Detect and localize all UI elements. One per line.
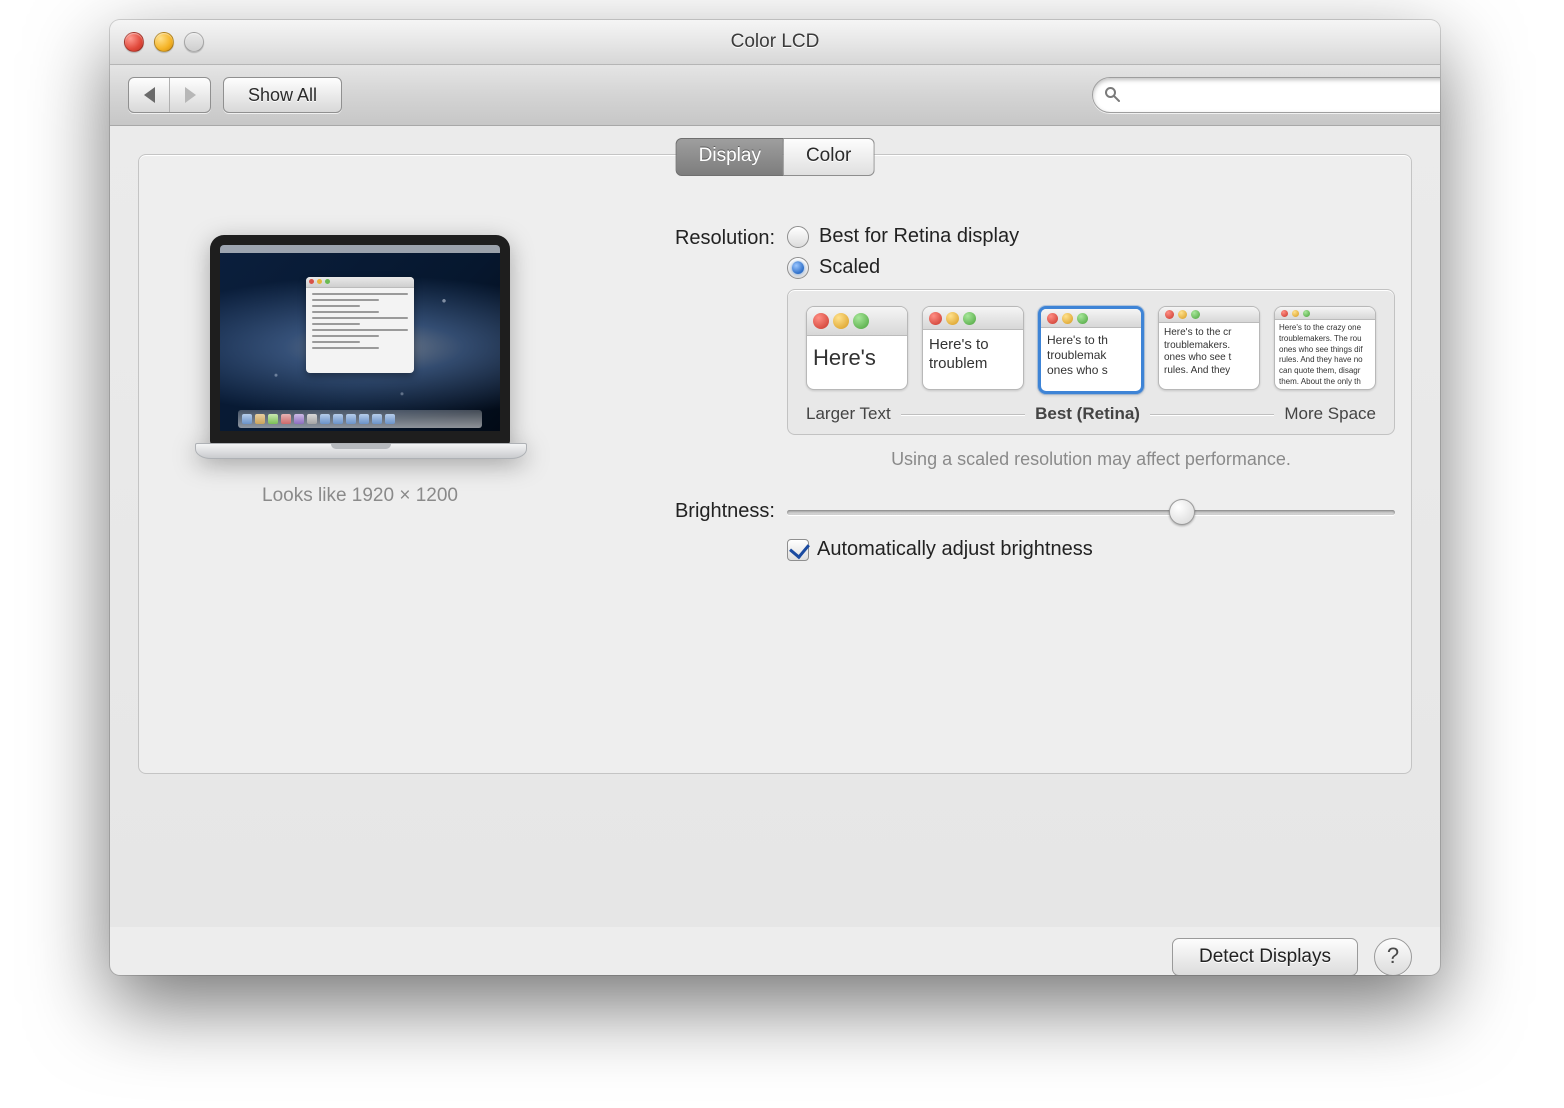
scale-option-text: Here's to the crazy one troublemakers. T… [1275, 320, 1375, 390]
checkbox-indicator-icon [787, 539, 809, 561]
scale-option-4[interactable]: Here's to the cr troublemakers. ones who… [1158, 306, 1260, 390]
scale-option-3[interactable]: Here's to th troublemak ones who s [1038, 306, 1144, 394]
slider-track [787, 510, 1395, 515]
scale-label-right: More Space [1284, 404, 1376, 424]
laptop-preview-image [195, 235, 525, 459]
scale-option-2[interactable]: Here's to troublem [922, 306, 1024, 390]
display-preview: Looks like 1920 × 1200 [175, 215, 545, 569]
preferences-window: Color LCD Show All [110, 20, 1440, 975]
resolution-radio-scaled[interactable]: Scaled [787, 256, 1395, 279]
auto-brightness-checkbox[interactable]: Automatically adjust brightness [787, 538, 1395, 561]
radio-label: Best for Retina display [819, 225, 1019, 248]
brightness-label: Brightness: [605, 498, 787, 523]
scale-labels: Larger Text Best (Retina) More Space [806, 404, 1376, 424]
forward-arrow-icon [185, 87, 196, 103]
close-button[interactable] [124, 32, 144, 52]
titlebar: Color LCD [110, 20, 1440, 65]
scale-option-text: Here's to th troublemak ones who s [1041, 328, 1141, 383]
pane-body: Display Color [110, 126, 1440, 927]
window-controls [124, 32, 204, 52]
tab-display[interactable]: Display [676, 138, 784, 176]
resolution-label: Resolution: [605, 225, 787, 250]
scale-option-text: Here's to the cr troublemakers. ones who… [1159, 323, 1259, 381]
brightness-row: Brightness: Automatically adjust brightn… [605, 498, 1395, 561]
search-input[interactable] [1092, 77, 1440, 113]
scale-option-1[interactable]: Here's [806, 306, 908, 390]
help-button[interactable]: ? [1374, 938, 1412, 975]
tab-group: Display Color [676, 138, 875, 176]
toolbar: Show All [110, 65, 1440, 126]
show-all-button[interactable]: Show All [223, 77, 342, 113]
nav-segmented-control [128, 77, 211, 113]
search-icon [1104, 86, 1120, 102]
performance-note: Using a scaled resolution may affect per… [787, 449, 1395, 470]
scale-label-mid: Best (Retina) [1035, 404, 1140, 424]
checkbox-label: Automatically adjust brightness [817, 538, 1093, 561]
scale-option-5[interactable]: Here's to the crazy one troublemakers. T… [1274, 306, 1376, 390]
settings-column: Resolution: Best for Retina display Scal… [605, 215, 1395, 569]
radio-label: Scaled [819, 256, 880, 279]
scaled-options-box: Here's Here's to troublem [787, 289, 1395, 435]
forward-button[interactable] [170, 78, 210, 112]
scale-thumbnails: Here's Here's to troublem [806, 306, 1376, 394]
footer: Detect Displays ? [110, 927, 1440, 975]
scale-label-divider [901, 414, 1025, 415]
back-arrow-icon [144, 87, 155, 103]
scale-label-left: Larger Text [806, 404, 891, 424]
radio-indicator-icon [787, 257, 809, 279]
minimize-button[interactable] [154, 32, 174, 52]
detect-displays-button[interactable]: Detect Displays [1172, 938, 1358, 975]
display-group: Looks like 1920 × 1200 Resolution: Best … [138, 154, 1412, 774]
brightness-slider[interactable] [787, 500, 1395, 524]
back-button[interactable] [129, 78, 170, 112]
radio-indicator-icon [787, 226, 809, 248]
tab-color[interactable]: Color [784, 138, 874, 176]
window-title: Color LCD [110, 20, 1440, 64]
resolution-row: Resolution: Best for Retina display Scal… [605, 225, 1395, 470]
scale-option-text: Here's to troublem [923, 330, 1023, 380]
resolution-radio-best[interactable]: Best for Retina display [787, 225, 1395, 248]
slider-knob-icon [1169, 499, 1195, 525]
scale-option-text: Here's [807, 336, 907, 380]
scale-label-divider [1150, 414, 1274, 415]
preview-caption: Looks like 1920 × 1200 [262, 485, 458, 507]
search-field-wrap [1092, 77, 1422, 111]
zoom-button[interactable] [184, 32, 204, 52]
